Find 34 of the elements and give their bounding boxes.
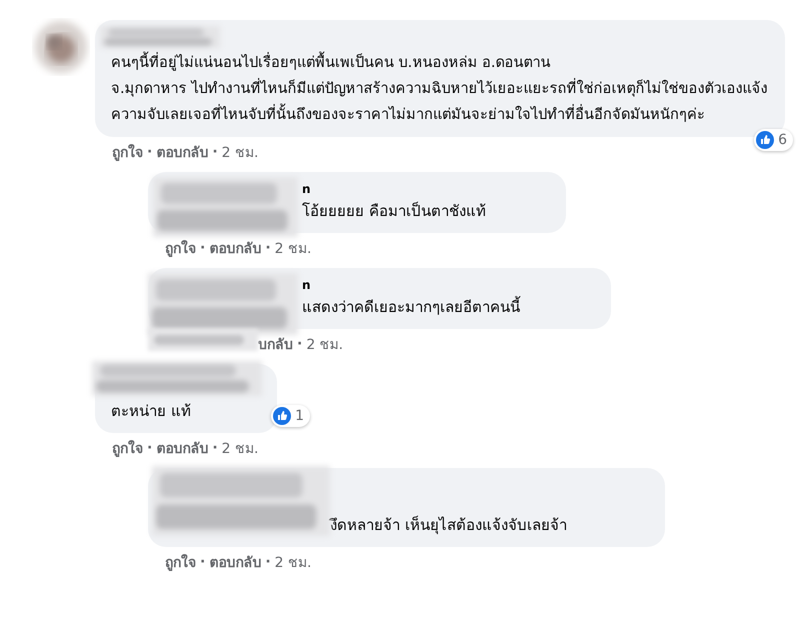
separator-dot: ·	[200, 554, 206, 570]
separator-dot: ·	[147, 440, 152, 456]
reaction-count[interactable]: 6	[754, 129, 793, 151]
commenter-name[interactable]: n	[302, 180, 311, 198]
action-link[interactable]: ตอบกลับ	[209, 551, 262, 573]
separator-dot: ·	[265, 554, 271, 570]
timestamp[interactable]: 2 ชม.	[274, 551, 312, 573]
separator-dot: ·	[265, 240, 271, 256]
action-link[interactable]: ถูกใจ	[165, 237, 196, 259]
commenter-name[interactable]: n	[302, 276, 311, 294]
separator-dot: ·	[147, 144, 152, 160]
comment-text: คนๆนี้ที่อยู่ไม่แน่นอนไปเรื่อยๆแต่พื้นเพเป็นคน บ.หนองหล่ม อ.ดอนตาน จ.มุกดาหาร ไปทำงานที่ไหนก็มีแต่ปัญหาสร้างความฉิบหายไว้เยอะแยะรถที่ใช่ก่อเหตุก็ไม่ใช่ของตัวเองแจ้งความจับเลยเจอที่ไหนจับที่นั้นถึงของจะราคาไม่มากแต่มันจะย่ามใจไปทำที่อื่นอีกจัดมันหนักๆค่ะ	[111, 50, 771, 128]
separator-dot: ·	[200, 240, 206, 256]
comment-text: โอ้ยยยยย คือมาเป็นตาชังแท้	[302, 200, 486, 222]
comment-text: แสดงว่าคดีเยอะมากๆเลยอีตาคนนี้	[302, 295, 520, 318]
comment-text: งึดหลายจ้า เห็นยุไสต้องแจ้งจับเลยจ้า	[330, 514, 567, 536]
action-link[interactable]: ตอบกลับ	[156, 437, 208, 459]
timestamp[interactable]: 2 ชม.	[222, 437, 258, 459]
separator-dot: ·	[297, 336, 302, 352]
action-link[interactable]: ตอบกลับ	[156, 141, 208, 163]
thumbs-up-icon	[273, 407, 292, 425]
separator-dot: ·	[212, 144, 218, 160]
timestamp[interactable]: 2 ชม.	[274, 237, 312, 259]
action-link[interactable]: ถูกใจ	[112, 437, 143, 459]
timestamp[interactable]: 2 ชม.	[306, 333, 344, 355]
comment-text: ตะหน่าย แท้	[111, 401, 191, 422]
reaction-count[interactable]: 1	[271, 405, 310, 427]
thumbs-up-icon	[756, 131, 774, 149]
action-link[interactable]: ถูกใจ	[112, 141, 143, 163]
separator-dot: ·	[212, 440, 218, 456]
action-link[interactable]: ถูกใจ	[165, 551, 196, 573]
action-link[interactable]: บกลับ	[258, 333, 293, 355]
action-link[interactable]: ตอบกลับ	[209, 237, 262, 259]
timestamp[interactable]: 2 ชม.	[222, 141, 258, 163]
